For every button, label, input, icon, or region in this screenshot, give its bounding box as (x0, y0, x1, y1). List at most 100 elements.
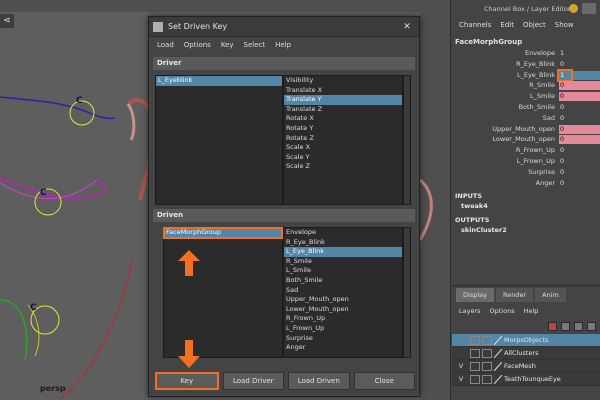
layer-color-box[interactable] (482, 361, 492, 371)
channel-row-active[interactable]: L_Eye_Blink 1 (451, 68, 600, 82)
driven-attribute-item[interactable]: L_Frown_Up (284, 324, 402, 334)
layer-row[interactable]: V FaceMesh (452, 360, 600, 373)
channel-row[interactable]: Sad 0 (451, 113, 600, 124)
menu-object[interactable]: Object (523, 21, 546, 29)
output-node[interactable]: skinCluster2 (451, 225, 600, 236)
layer-color-box[interactable] (482, 374, 492, 384)
layer-name[interactable]: FaceMesh (504, 362, 536, 370)
channel-row[interactable]: R_Smile 0 (451, 80, 600, 91)
channel-row[interactable]: R_Eye_Blink 0 (451, 59, 600, 70)
layer-color-box[interactable] (482, 348, 492, 358)
tab-display[interactable]: Display (456, 288, 494, 302)
driven-attribute-item[interactable]: Surprise (284, 334, 402, 344)
driven-attribute-item[interactable]: Upper_Mouth_open (284, 295, 402, 305)
menu-layer-options[interactable]: Options (490, 307, 515, 315)
tab-anim[interactable]: Anim (535, 288, 566, 302)
channel-row[interactable]: R_Frown_Up 0 (451, 145, 600, 156)
layer-visibility[interactable]: V (452, 362, 470, 370)
dialog-titlebar[interactable]: Set Driven Key ✕ (149, 17, 419, 37)
driven-attribute-item[interactable]: Both_Smile (284, 276, 402, 286)
channel-value[interactable]: 0 (559, 135, 600, 145)
layer-row[interactable]: AllClusters (452, 347, 600, 360)
driven-attribute-item[interactable]: Envelope (284, 228, 402, 238)
driver-attributes-list[interactable]: Visibility Translate X Translate Y Trans… (283, 75, 403, 205)
channel-value[interactable]: 1 (559, 49, 600, 58)
layer-row[interactable]: V TeathTounqueEye (452, 373, 600, 386)
driver-object-item[interactable]: L_Eyeblink (156, 76, 282, 86)
key-button[interactable]: Key (155, 372, 219, 390)
driven-object-item[interactable]: FaceMorphGroup (163, 227, 283, 239)
layer-name[interactable]: TeathTounqueEye (504, 375, 561, 383)
delete-layer-icon[interactable] (548, 321, 557, 331)
driver-attribute-item[interactable]: Translate Z (284, 105, 402, 115)
layer-type-box[interactable] (470, 374, 480, 384)
driver-attribute-item[interactable]: Rotate Y (284, 124, 402, 134)
menu-key[interactable]: Key (221, 41, 234, 49)
layer-type-box[interactable] (470, 361, 480, 371)
driven-objects-list[interactable]: FaceMorphGroup (163, 227, 283, 358)
driver-attribute-item[interactable]: Rotate Z (284, 134, 402, 144)
menu-show[interactable]: Show (555, 21, 574, 29)
layer-type-box[interactable] (470, 335, 480, 345)
channel-row[interactable]: Surprise 0 (451, 167, 600, 178)
channel-row[interactable]: L_Frown_Up 0 (451, 156, 600, 167)
menu-help[interactable]: Help (275, 41, 291, 49)
driver-attribute-item[interactable]: Scale Y (284, 153, 402, 163)
driver-attribute-item[interactable]: Rotate X (284, 114, 402, 124)
new-layer-icon[interactable] (561, 321, 570, 331)
channel-row[interactable]: Both_Smile 0 (451, 102, 600, 113)
new-layer-selected-icon[interactable] (574, 321, 583, 331)
menu-channels[interactable]: Channels (459, 21, 491, 29)
close-icon[interactable]: ✕ (401, 21, 413, 33)
menu-select[interactable]: Select (244, 41, 266, 49)
layer-type-box[interactable] (470, 348, 480, 358)
load-driver-button[interactable]: Load Driver (222, 372, 284, 390)
driven-attributes-list[interactable]: Envelope R_Eye_Blink L_Eye_Blink R_Smile… (283, 227, 403, 358)
driven-attribute-item[interactable]: L_Smile (284, 266, 402, 276)
channel-value[interactable]: 0 (559, 179, 600, 188)
channel-value[interactable]: 0 (559, 92, 600, 102)
menu-load[interactable]: Load (157, 41, 174, 49)
channel-value[interactable]: 0 (559, 81, 600, 91)
driven-list-scrollbar[interactable] (403, 227, 411, 358)
tab-render[interactable]: Render (495, 288, 534, 302)
layer-name[interactable]: AllClusters (504, 349, 539, 357)
channel-value[interactable]: 0 (559, 146, 600, 155)
menu-options[interactable]: Options (184, 41, 211, 49)
channel-row[interactable]: L_Smile 0 (451, 91, 600, 102)
driven-attribute-item[interactable]: Lower_Mouth_open (284, 305, 402, 315)
layer-color-box[interactable] (482, 335, 492, 345)
settings-icon[interactable] (569, 4, 578, 13)
menu-layers[interactable]: Layers (459, 307, 481, 315)
driven-attribute-item[interactable]: R_Smile (284, 257, 402, 267)
layer-toggle-icon[interactable] (582, 3, 596, 14)
menu-layer-help[interactable]: Help (524, 307, 539, 315)
channel-row[interactable]: Anger 0 (451, 178, 600, 189)
driver-attribute-item-selected[interactable]: Translate Y (284, 95, 402, 105)
driven-attribute-item[interactable]: Sad (284, 286, 402, 296)
channel-value[interactable]: 0 (559, 168, 600, 177)
driver-list-scrollbar[interactable] (403, 75, 411, 205)
move-layer-icon[interactable] (587, 321, 596, 331)
channel-value[interactable]: 0 (559, 60, 600, 69)
driven-attribute-item[interactable]: Anger (284, 343, 402, 353)
driven-attribute-item[interactable]: R_Eye_Blink (284, 238, 402, 248)
driver-attribute-item[interactable]: Translate X (284, 86, 402, 96)
layer-name[interactable]: MorpsObjects (504, 336, 548, 344)
input-node[interactable]: tweak4 (451, 201, 600, 212)
driver-attribute-item[interactable]: Scale Z (284, 162, 402, 172)
driven-attribute-item-selected[interactable]: L_Eye_Blink (284, 247, 402, 257)
channel-row[interactable]: Upper_Mouth_open 0 (451, 124, 600, 135)
channel-box-object-name[interactable]: FaceMorphGroup (451, 36, 600, 48)
driven-attribute-item[interactable]: R_Frown_Up (284, 314, 402, 324)
channel-value-active[interactable]: 1 (557, 68, 573, 82)
channel-value[interactable]: 0 (559, 114, 600, 123)
load-driven-button[interactable]: Load Driven (288, 372, 350, 390)
channel-value[interactable]: 0 (559, 124, 600, 134)
layer-visibility[interactable]: V (452, 375, 470, 383)
channel-row[interactable]: Lower_Mouth_open 0 (451, 134, 600, 145)
close-button[interactable]: Close (353, 372, 415, 390)
driver-attribute-item[interactable]: Visibility (284, 76, 402, 86)
layer-row[interactable]: MorpsObjects (452, 334, 600, 347)
driver-attribute-item[interactable]: Scale X (284, 143, 402, 153)
